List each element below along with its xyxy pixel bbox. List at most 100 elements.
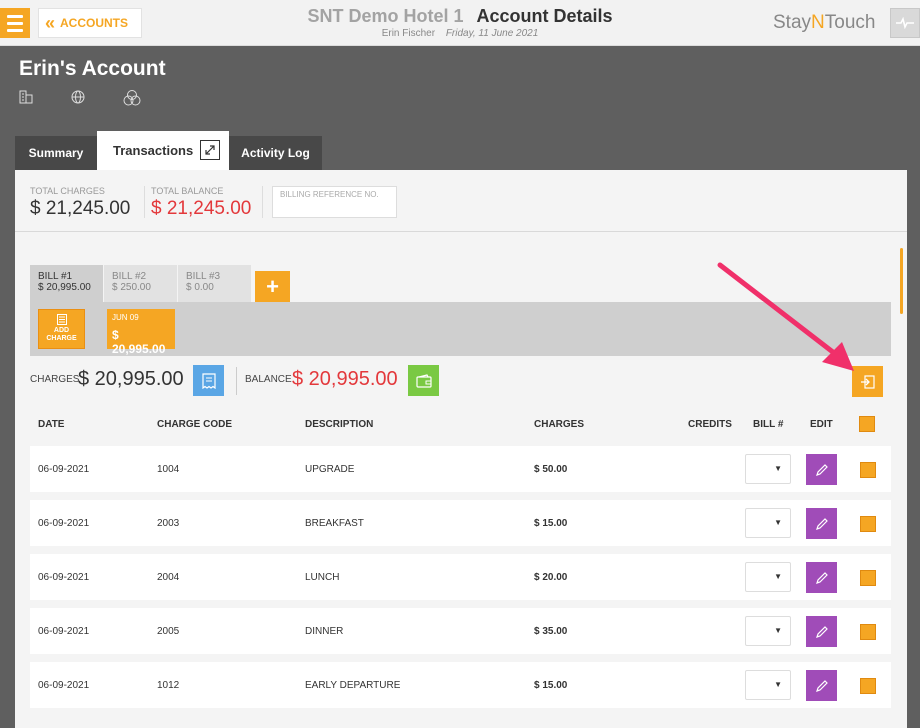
- transactions-panel: TOTAL CHARGES $ 21,245.00 TOTAL BALANCE …: [15, 170, 907, 728]
- row-checkbox[interactable]: [860, 462, 876, 478]
- total-balance: TOTAL BALANCE $ 21,245.00: [151, 186, 252, 219]
- row-description: LUNCH: [305, 572, 340, 583]
- bill-select-dropdown[interactable]: ▼: [745, 616, 791, 646]
- row-date: 06-09-2021: [38, 464, 90, 475]
- tab-transactions-label: Transactions: [113, 143, 194, 158]
- table-row: 06-09-2021 1012 EARLY DEPARTURE $ 15.00 …: [30, 662, 891, 708]
- row-description: EARLY DEPARTURE: [305, 680, 401, 691]
- select-all-checkbox[interactable]: [859, 416, 875, 432]
- invoice-icon: [201, 372, 216, 389]
- tab-transactions[interactable]: Transactions: [97, 131, 229, 170]
- add-charge-button[interactable]: ADD CHARGE: [38, 309, 85, 349]
- business-date: Friday, 11 June 2021: [445, 28, 539, 39]
- row-date: 06-09-2021: [38, 572, 90, 583]
- divider: [262, 186, 263, 218]
- scrollbar[interactable]: [900, 248, 903, 314]
- row-description: DINNER: [305, 626, 344, 637]
- move-charges-button[interactable]: [852, 366, 883, 397]
- bill-select-dropdown[interactable]: ▼: [745, 454, 791, 484]
- column-header-charges: CHARGES: [534, 419, 585, 430]
- user-name: Erin Fischer: [381, 28, 436, 39]
- globe-icon[interactable]: [71, 90, 87, 106]
- bill-select-dropdown[interactable]: ▼: [745, 670, 791, 700]
- pencil-icon: [815, 625, 828, 638]
- table-row: 06-09-2021 1004 UPGRADE $ 50.00 ▼: [30, 446, 891, 492]
- row-charges: $ 50.00: [534, 464, 568, 475]
- bill-select-dropdown[interactable]: ▼: [745, 562, 791, 592]
- total-charges: TOTAL CHARGES $ 21,245.00: [30, 186, 131, 219]
- edit-button[interactable]: [806, 670, 837, 701]
- edit-button[interactable]: [806, 508, 837, 539]
- dropdown-arrow-icon: ▼: [774, 518, 782, 527]
- move-to-bill-icon: [860, 374, 875, 389]
- edit-button[interactable]: [806, 562, 837, 593]
- totals-bar: TOTAL CHARGES $ 21,245.00 TOTAL BALANCE …: [15, 170, 907, 232]
- charges-label: CHARGES: [30, 374, 80, 385]
- circles-icon[interactable]: [123, 90, 141, 106]
- dropdown-arrow-icon: ▼: [774, 680, 782, 689]
- row-description: UPGRADE: [305, 464, 355, 475]
- tab-activity-log[interactable]: Activity Log: [229, 136, 322, 170]
- column-header-charge-code: CHARGE CODE: [157, 419, 233, 430]
- table-row: 06-09-2021 2003 BREAKFAST $ 15.00 ▼: [30, 500, 891, 546]
- top-header: « ACCOUNTS SNT Demo Hotel 1 Account Deta…: [0, 0, 920, 46]
- edit-button[interactable]: [806, 616, 837, 647]
- balance-label: BALANCE: [245, 374, 292, 385]
- brand-logo: StayNTouch: [773, 12, 876, 33]
- bill-tab-2[interactable]: BILL #2 $ 250.00: [104, 265, 177, 302]
- bill-tab-1[interactable]: BILL #1 $ 20,995.00: [30, 265, 103, 302]
- bill-tab-3[interactable]: BILL #3 $ 0.00: [178, 265, 251, 302]
- tab-summary[interactable]: Summary: [15, 136, 97, 170]
- wallet-icon: [415, 373, 432, 388]
- expand-icon[interactable]: [200, 140, 220, 160]
- row-charge-code: 2003: [157, 518, 180, 529]
- dropdown-arrow-icon: ▼: [774, 572, 782, 581]
- row-charge-code: 2005: [157, 626, 180, 637]
- charges-value: $ 20,995.00: [78, 368, 184, 390]
- row-checkbox[interactable]: [860, 678, 876, 694]
- row-charges: $ 15.00: [534, 680, 568, 691]
- row-charge-code: 1004: [157, 464, 180, 475]
- row-charge-code: 1012: [157, 680, 180, 691]
- date-card-jun-09[interactable]: JUN 09 $ 20,995.00: [107, 309, 175, 356]
- table-row: 06-09-2021 2005 DINNER $ 35.00 ▼: [30, 608, 891, 654]
- row-charge-code: 2004: [157, 572, 180, 583]
- billing-reference-input[interactable]: BILLING REFERENCE NO.: [272, 186, 397, 218]
- hotel-name: SNT Demo Hotel 1: [307, 6, 464, 26]
- row-checkbox[interactable]: [860, 516, 876, 532]
- dropdown-arrow-icon: ▼: [774, 464, 782, 473]
- invoice-button[interactable]: [193, 365, 224, 396]
- bill-date-strip: ADD CHARGE JUN 09 $ 20,995.00: [30, 302, 891, 356]
- table-row: 06-09-2021 2004 LUNCH $ 20.00 ▼: [30, 554, 891, 600]
- divider: [236, 367, 237, 395]
- column-header-credits: CREDITS: [688, 419, 732, 430]
- add-bill-button[interactable]: +: [255, 271, 290, 302]
- row-charges: $ 20.00: [534, 572, 568, 583]
- row-date: 06-09-2021: [38, 680, 90, 691]
- building-icon[interactable]: [19, 90, 35, 106]
- pencil-icon: [815, 517, 828, 530]
- column-header-bill: BILL #: [753, 419, 784, 430]
- row-checkbox[interactable]: [860, 624, 876, 640]
- pencil-icon: [815, 571, 828, 584]
- calculator-icon: [56, 314, 67, 325]
- row-date: 06-09-2021: [38, 518, 90, 529]
- row-charges: $ 15.00: [534, 518, 568, 529]
- column-header-edit: EDIT: [810, 419, 833, 430]
- divider: [144, 186, 145, 218]
- edit-button[interactable]: [806, 454, 837, 485]
- pencil-icon: [815, 463, 828, 476]
- row-charges: $ 35.00: [534, 626, 568, 637]
- bill-select-dropdown[interactable]: ▼: [745, 508, 791, 538]
- column-header-date: DATE: [38, 419, 65, 430]
- pulse-icon[interactable]: [890, 8, 920, 38]
- row-description: BREAKFAST: [305, 518, 364, 529]
- page-title: Account Details: [476, 6, 613, 26]
- pencil-icon: [815, 679, 828, 692]
- dropdown-arrow-icon: ▼: [774, 626, 782, 635]
- balance-value: $ 20,995.00: [292, 368, 398, 390]
- row-checkbox[interactable]: [860, 570, 876, 586]
- account-name: Erin's Account: [19, 57, 166, 80]
- row-date: 06-09-2021: [38, 626, 90, 637]
- payment-button[interactable]: [408, 365, 439, 396]
